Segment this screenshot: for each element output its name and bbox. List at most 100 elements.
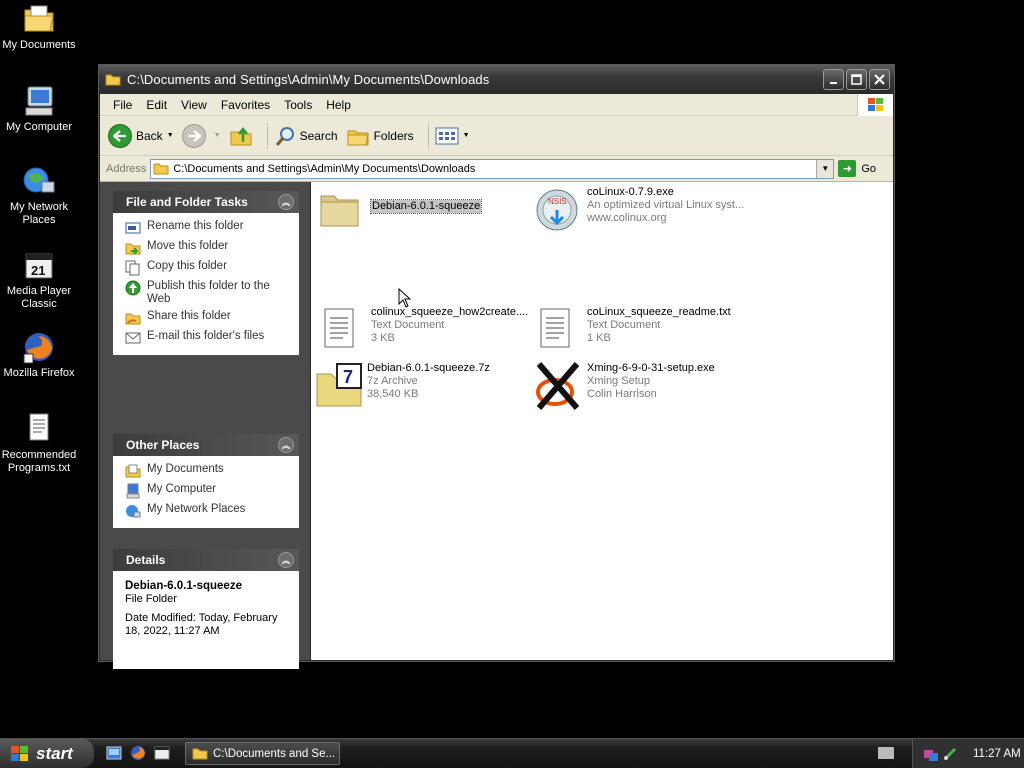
text-file-icon [22, 412, 56, 446]
desktop-icon-firefox[interactable]: Mozilla Firefox [0, 330, 78, 380]
back-arrow-icon [108, 123, 132, 148]
file-type: 7z Archive [367, 375, 418, 387]
up-folder-button[interactable] [229, 125, 253, 147]
details-modified: Date Modified: Today, February 18, 2022,… [125, 612, 278, 637]
title-bar[interactable]: C:\Documents and Settings\Admin\My Docum… [99, 65, 894, 94]
chevron-down-icon[interactable]: ▼ [463, 132, 470, 139]
forward-button[interactable]: ▼ [181, 123, 221, 148]
address-bar: Address C:\Documents and Settings\Admin\… [100, 156, 893, 182]
maximize-button[interactable] [846, 69, 867, 90]
place-my-computer[interactable]: My Computer [125, 483, 291, 499]
chevron-down-icon[interactable]: ▼ [214, 132, 221, 139]
file-company: Colin Harrison [587, 388, 657, 400]
folders-label: Folders [373, 128, 414, 143]
place-network-places[interactable]: My Network Places [125, 503, 291, 519]
file-item[interactable]: NSIS coLinux-0.7.9.exe An optimized virt… [535, 186, 755, 232]
menu-bar: File Edit View Favorites Tools Help [100, 94, 893, 116]
desktop-icon-recommended-programs[interactable]: Recommended Programs.txt [0, 412, 78, 475]
desktop-icon-my-documents[interactable]: My Documents [0, 2, 78, 52]
my-computer-icon [22, 84, 56, 118]
start-button[interactable]: start [0, 739, 94, 768]
address-dropdown-button[interactable]: ▼ [816, 159, 834, 178]
collapse-icon[interactable]: ︽ [278, 437, 294, 453]
my-computer-icon [126, 483, 140, 499]
svg-text:21: 21 [31, 263, 45, 278]
close-button[interactable] [869, 69, 890, 90]
network-status-icon[interactable] [923, 746, 939, 762]
system-tray: 11:27 AM [912, 739, 1024, 768]
panel-header[interactable]: File and Folder Tasks ︽ [113, 191, 299, 213]
taskbar: start C:\Documents and Se... 11:27 AM [0, 738, 1024, 768]
address-input[interactable]: C:\Documents and Settings\Admin\My Docum… [150, 158, 835, 179]
search-button[interactable]: Search [274, 125, 338, 147]
file-name: Debian-6.0.1-squeeze.7z [367, 362, 490, 374]
file-item[interactable]: coLinux_squeeze_readme.txt Text Document… [535, 306, 755, 352]
clock[interactable]: 11:27 AM [973, 748, 1021, 760]
file-description: An optimized virtual Linux syst... [587, 199, 745, 211]
folders-button[interactable]: Folders [346, 125, 414, 147]
desktop-icon-label: My Documents [2, 39, 76, 51]
media-player-icon[interactable] [154, 745, 170, 761]
search-label: Search [299, 128, 338, 143]
svg-text:7: 7 [343, 367, 353, 387]
panel-title: File and Folder Tasks [126, 195, 248, 209]
file-item[interactable]: 7 Debian-6.0.1-squeeze.7z 7z Archive 38,… [315, 362, 535, 408]
task-publish-web[interactable]: Publish this folder to the Web [125, 280, 291, 306]
file-item[interactable]: Xming-6-9-0-31-setup.exe Xming Setup Col… [535, 362, 755, 410]
go-button[interactable]: ➜ Go [838, 160, 876, 177]
collapse-icon[interactable]: ︽ [278, 552, 294, 568]
start-label: start [36, 743, 73, 763]
desktop-icon-label: Media Player Classic [6, 285, 72, 310]
safely-remove-hardware-icon[interactable] [942, 746, 958, 762]
panel-header[interactable]: Details ︽ [113, 549, 299, 571]
email-icon [125, 332, 141, 344]
panel-header[interactable]: Other Places ︽ [113, 434, 299, 456]
file-type: Text Document [587, 319, 661, 331]
firefox-icon [22, 330, 56, 364]
svg-text:NSIS: NSIS [548, 197, 567, 206]
menu-help[interactable]: Help [319, 98, 358, 112]
desktop-icon-my-computer[interactable]: My Computer [0, 84, 78, 134]
collapse-icon[interactable]: ︽ [278, 194, 294, 210]
place-my-documents[interactable]: My Documents [125, 463, 291, 479]
task-share-folder[interactable]: Share this folder [125, 310, 291, 326]
task-move-folder[interactable]: Move this folder [125, 240, 291, 256]
file-list[interactable]: Debian-6.0.1-squeeze NSIS coLinux-0.7.9.… [311, 182, 893, 660]
firefox-icon[interactable] [130, 745, 146, 761]
file-description: Xming Setup [587, 375, 650, 387]
back-button[interactable]: Back ▼ [108, 123, 174, 148]
menu-view[interactable]: View [174, 98, 214, 112]
file-name: Debian-6.0.1-squeeze [369, 199, 483, 214]
windows-logo-icon [857, 94, 893, 116]
menu-edit[interactable]: Edit [139, 98, 174, 112]
copy-icon [125, 260, 140, 276]
menu-favorites[interactable]: Favorites [214, 98, 277, 112]
desktop-icon-media-player[interactable]: 21 Media Player Classic [0, 248, 78, 311]
desktop-icon-network-places[interactable]: My Network Places [0, 164, 78, 227]
taskbar-window-button[interactable]: C:\Documents and Se... [185, 742, 340, 765]
chevron-down-icon[interactable]: ▼ [167, 132, 174, 139]
task-rename-folder[interactable]: Rename this folder [125, 220, 291, 236]
task-copy-folder[interactable]: Copy this folder [125, 260, 291, 276]
explorer-window[interactable]: C:\Documents and Settings\Admin\My Docum… [98, 64, 895, 669]
details-panel: Details ︽ Debian-6.0.1-squeeze File Fold… [113, 549, 299, 669]
search-icon [275, 126, 294, 146]
task-email-files[interactable]: E-mail this folder's files [125, 330, 291, 346]
quick-launch [106, 745, 170, 761]
keyboard-icon[interactable] [878, 747, 894, 759]
views-button[interactable]: ▼ [435, 126, 470, 146]
menu-file[interactable]: File [106, 98, 139, 112]
file-name: Xming-6-9-0-31-setup.exe [587, 362, 715, 374]
file-item[interactable]: Debian-6.0.1-squeeze [319, 190, 539, 236]
file-name: coLinux-0.7.9.exe [587, 186, 674, 198]
file-item[interactable]: colinux_squeeze_how2create.... Text Docu… [319, 306, 539, 352]
mouse-cursor-icon [398, 288, 412, 308]
minimize-button[interactable] [823, 69, 844, 90]
task-pane: File and Folder Tasks ︽ Rename this fold… [100, 182, 310, 669]
panel-title: Other Places [126, 438, 200, 452]
menu-tools[interactable]: Tools [277, 98, 319, 112]
show-desktop-icon[interactable] [106, 745, 122, 761]
my-documents-icon [22, 2, 56, 36]
windows-logo-icon [11, 745, 28, 761]
file-size: 1 KB [587, 332, 611, 344]
